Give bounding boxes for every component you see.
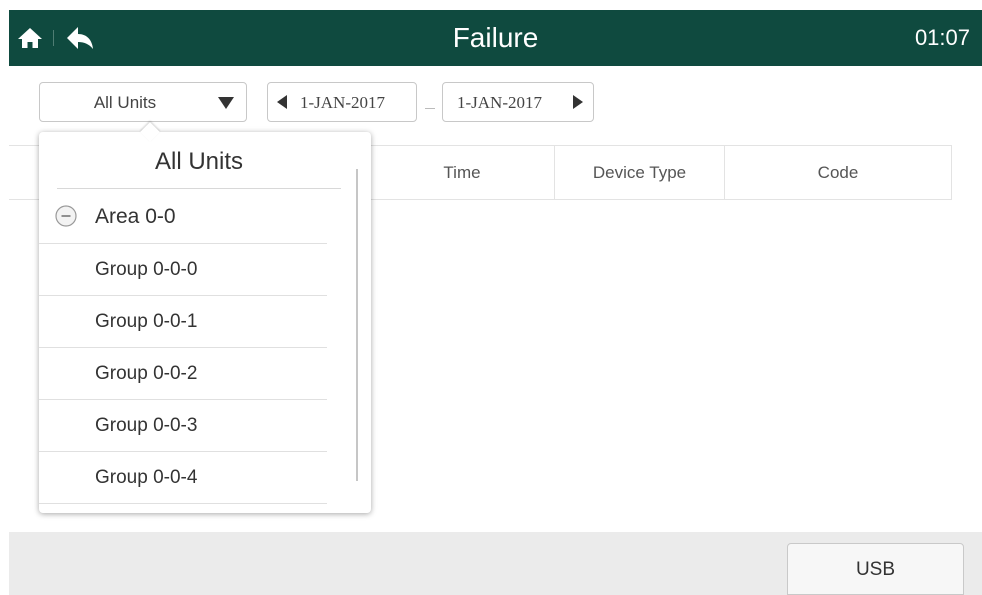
dropdown-scrollbar[interactable] — [356, 169, 358, 481]
area-label: Area 0-0 — [95, 205, 176, 228]
dropdown-option-group[interactable]: Group 0-0-3 — [39, 400, 327, 452]
unit-select[interactable]: All Units — [39, 82, 247, 122]
date-from-field[interactable]: 1-JAN-2017 — [267, 82, 417, 122]
date-to-field[interactable]: 1-JAN-2017 — [442, 82, 594, 122]
dropdown-option-all-units[interactable]: All Units — [57, 132, 341, 189]
group-label: Group 0-0-0 — [95, 259, 198, 280]
group-label: Group 0-0-2 — [95, 363, 198, 384]
date-from-value: 1-JAN-2017 — [300, 93, 385, 112]
dropdown-option-group[interactable]: Group 0-0-2 — [39, 348, 327, 400]
failure-screen: Failure 01:07 All Units 1-JAN-2017 1-JAN… — [9, 10, 982, 595]
header-bar: Failure 01:07 — [9, 10, 982, 66]
unit-select-value: All Units — [93, 93, 157, 112]
triangle-down-icon — [218, 97, 234, 109]
collapse-minus-icon[interactable] — [55, 205, 77, 227]
date-range-dash — [425, 108, 435, 109]
column-header-device-type: Device Type — [554, 146, 724, 199]
triangle-right-icon[interactable] — [573, 95, 583, 109]
footer-bar: USB — [9, 532, 982, 595]
dropdown-option-area[interactable]: Area 0-0 — [39, 189, 327, 244]
unit-dropdown-menu: All Units Area 0-0 Group 0-0-0 Group 0-0… — [39, 122, 371, 513]
group-label: Group 0-0-1 — [95, 311, 198, 332]
usb-button[interactable]: USB — [787, 543, 964, 595]
group-label: Group 0-0-4 — [95, 467, 198, 488]
column-header-time: Time — [443, 163, 481, 182]
page-title: Failure — [452, 22, 539, 53]
column-header-code: Code — [724, 146, 952, 199]
triangle-left-icon[interactable] — [277, 95, 287, 109]
clock: 01:07 — [914, 25, 970, 50]
group-label: Group 0-0-3 — [95, 415, 198, 436]
dropdown-option-group[interactable]: Group 0-0-0 — [39, 244, 327, 296]
dropdown-option-group[interactable]: Group 0-0-1 — [39, 296, 327, 348]
dropdown-option-group[interactable]: Group 0-0-4 — [39, 452, 327, 504]
date-to-value: 1-JAN-2017 — [457, 93, 542, 112]
